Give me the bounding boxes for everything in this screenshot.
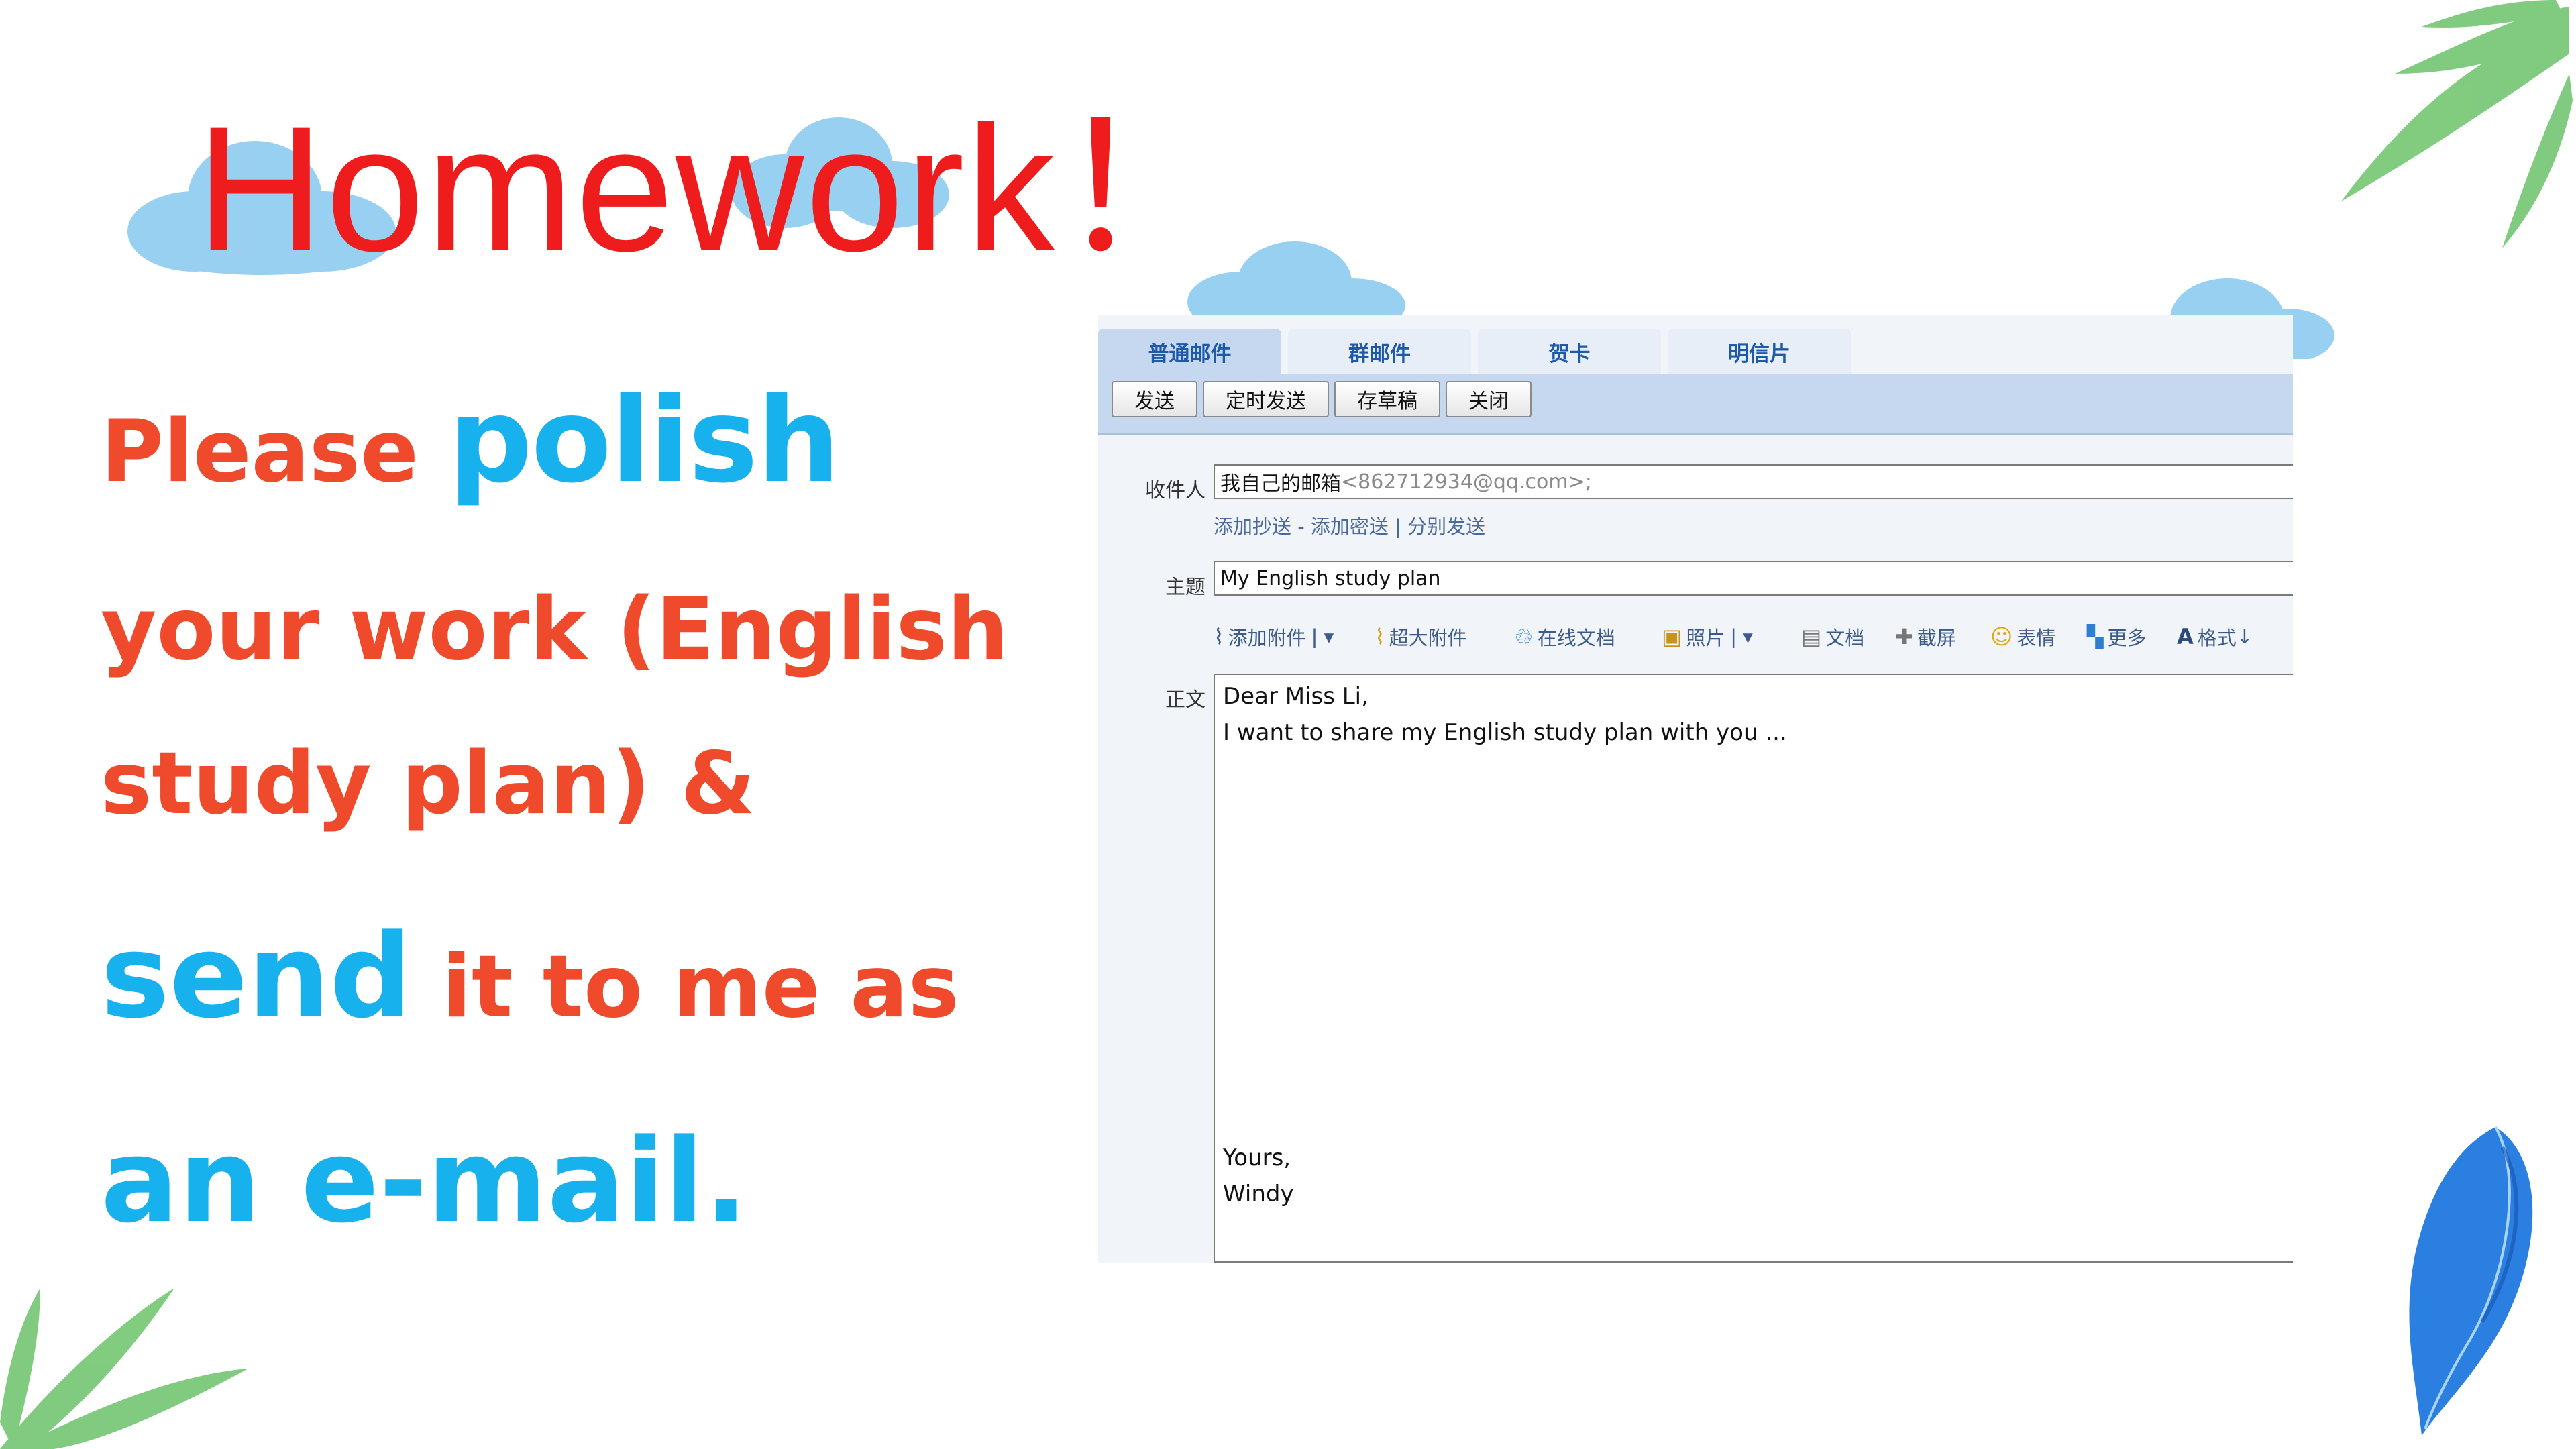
- close-button[interactable]: 关闭: [1446, 381, 1532, 417]
- attachment-format-bar: ⌇ 添加附件 | ▾ ⌇ 超大附件 ♲ 在线文档 ▣ 照片 | ▾ ▤ 文档 ✚ 截屏 ☺ 表情 …: [1214, 621, 2293, 652]
- format-button[interactable]: A 格式 ↓: [2177, 621, 2253, 652]
- format-label: 格式: [2197, 627, 2237, 649]
- instruction-text: it to me as: [412, 937, 959, 1037]
- online-doc-button[interactable]: ♲ 在线文档: [1514, 621, 1615, 652]
- chevron-down-icon[interactable]: | ▾: [1311, 625, 1334, 648]
- instruction-line-2: your work (English: [101, 580, 1008, 680]
- emoji-label: 表情: [2017, 627, 2056, 649]
- big-attachment-button[interactable]: ⌇ 超大附件: [1375, 621, 1467, 652]
- mail-tab-bar: 普通邮件 群邮件 贺卡 明信片: [1098, 329, 2293, 374]
- document-label: 文档: [1825, 627, 1865, 649]
- leaf-decoration: [2341, 0, 2573, 248]
- cc-bcc-links[interactable]: 添加抄送 - 添加密送 | 分别发送: [1214, 511, 1485, 539]
- tab-postcard[interactable]: 明信片: [1668, 329, 1851, 374]
- more-label: 更多: [2107, 627, 2147, 649]
- instruction-line-4: send it to me as: [101, 919, 959, 1034]
- cloud-doc-icon: ♲: [1514, 624, 1534, 649]
- more-button[interactable]: ▚ 更多: [2087, 621, 2147, 652]
- highlight-send: send: [101, 909, 413, 1044]
- tab-greeting-card[interactable]: 贺卡: [1478, 329, 1661, 374]
- feather-decoration: [2409, 1126, 2533, 1436]
- instruction-text: Please: [101, 402, 449, 502]
- send-button[interactable]: 发送: [1112, 381, 1197, 417]
- body-line-message: I want to share my English study plan wi…: [1223, 719, 1787, 746]
- instruction-line-5: an e-mail.: [101, 1114, 748, 1248]
- emoji-icon: ☺: [1990, 624, 2013, 649]
- slide-title: Homework！: [196, 90, 1236, 288]
- save-draft-button[interactable]: 存草稿: [1334, 381, 1440, 417]
- tab-normal-mail[interactable]: 普通邮件: [1098, 329, 1281, 374]
- format-icon: A: [2177, 624, 2194, 649]
- more-icon: ▚: [2087, 624, 2104, 649]
- subject-label: 主题: [1165, 576, 1205, 599]
- paperclip-icon: ⌇: [1214, 624, 1224, 649]
- document-button[interactable]: ▤ 文档: [1801, 621, 1864, 652]
- mail-toolbar: 发送 定时发送 存草稿 关闭: [1098, 374, 2293, 435]
- tab-group-mail[interactable]: 群邮件: [1288, 329, 1471, 374]
- body-label: 正文: [1165, 688, 1205, 712]
- add-attachment-label: 添加附件: [1228, 627, 1306, 649]
- body-line-closing: Yours,: [1223, 1144, 1291, 1171]
- screenshot-label: 截屏: [1917, 627, 1956, 649]
- photo-label: 照片: [1686, 627, 1725, 649]
- emoji-button[interactable]: ☺ 表情: [1990, 621, 2055, 652]
- online-doc-label: 在线文档: [1537, 627, 1615, 649]
- scheduled-send-button[interactable]: 定时发送: [1203, 381, 1329, 417]
- big-attachment-label: 超大附件: [1389, 627, 1467, 649]
- recipient-address: <862712934@qq.com>;: [1341, 470, 1592, 494]
- instruction-line-1: Please polish: [101, 382, 841, 502]
- leaf-decoration: [0, 1288, 248, 1449]
- screenshot-button[interactable]: ✚ 截屏: [1895, 621, 1956, 652]
- body-line-greeting: Dear Miss Li,: [1223, 683, 1368, 710]
- email-compose-window: 普通邮件 群邮件 贺卡 明信片 发送 定时发送 存草稿 关闭 收件人 我自己的邮…: [1098, 315, 2293, 1263]
- instruction-line-3: study plan) &: [101, 734, 755, 834]
- big-attachment-icon: ⌇: [1375, 624, 1385, 649]
- format-toggle-icon: ↓: [2236, 625, 2253, 648]
- highlight-polish: polish: [448, 373, 840, 509]
- body-line-signature: Windy: [1223, 1181, 1294, 1208]
- document-icon: ▤: [1801, 624, 1822, 649]
- photo-icon: ▣: [1662, 624, 1682, 649]
- chevron-down-icon[interactable]: | ▾: [1730, 625, 1753, 648]
- recipient-label: 收件人: [1145, 479, 1205, 502]
- recipient-field[interactable]: 我自己的邮箱 <862712934@qq.com>;: [1214, 464, 2293, 499]
- photo-button[interactable]: ▣ 照片 | ▾: [1662, 621, 1753, 652]
- recipient-name: 我自己的邮箱: [1220, 472, 1341, 496]
- screenshot-icon: ✚: [1895, 624, 1913, 649]
- add-attachment-button[interactable]: ⌇ 添加附件 | ▾: [1214, 621, 1334, 652]
- message-body-editor[interactable]: Dear Miss Li, I want to share my English…: [1214, 674, 2293, 1263]
- subject-field[interactable]: My English study plan: [1214, 561, 2293, 596]
